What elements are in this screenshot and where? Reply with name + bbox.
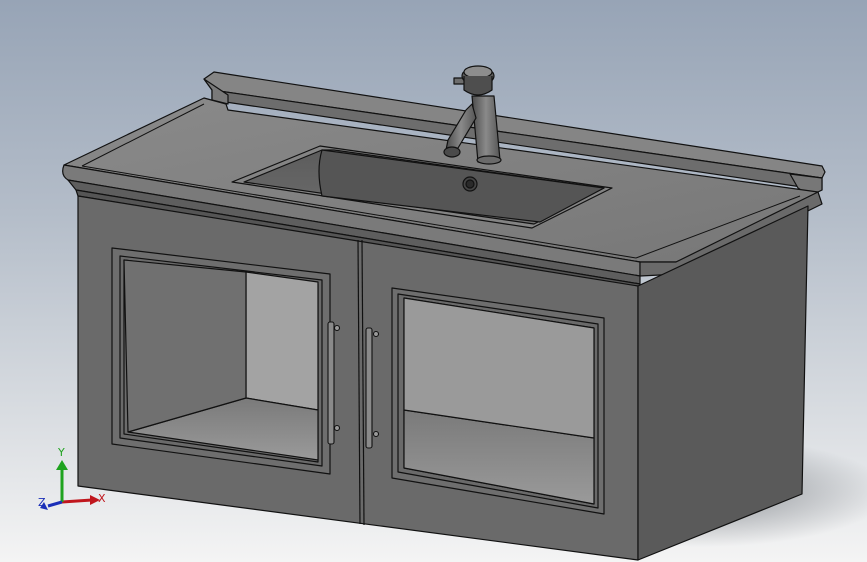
cabinet-door-right[interactable] <box>391 287 605 515</box>
faucet-base <box>476 155 502 165</box>
faucet-handle-side <box>463 76 493 96</box>
triad-y-label: Y <box>57 446 65 459</box>
overflow-hole-inner <box>465 179 475 189</box>
triad-z-label: Z <box>38 496 46 509</box>
cad-viewport[interactable]: X Y Z <box>0 0 867 562</box>
triad-x-label: X <box>98 492 106 505</box>
model-scene[interactable]: X Y Z <box>0 0 867 562</box>
triad-y-arrow <box>56 460 68 470</box>
triad-x-axis <box>61 498 93 504</box>
faucet-aerator <box>443 146 461 158</box>
triad-z-axis <box>47 500 63 508</box>
left-cavity-back <box>245 271 319 411</box>
cabinet-door-left[interactable] <box>111 247 331 475</box>
